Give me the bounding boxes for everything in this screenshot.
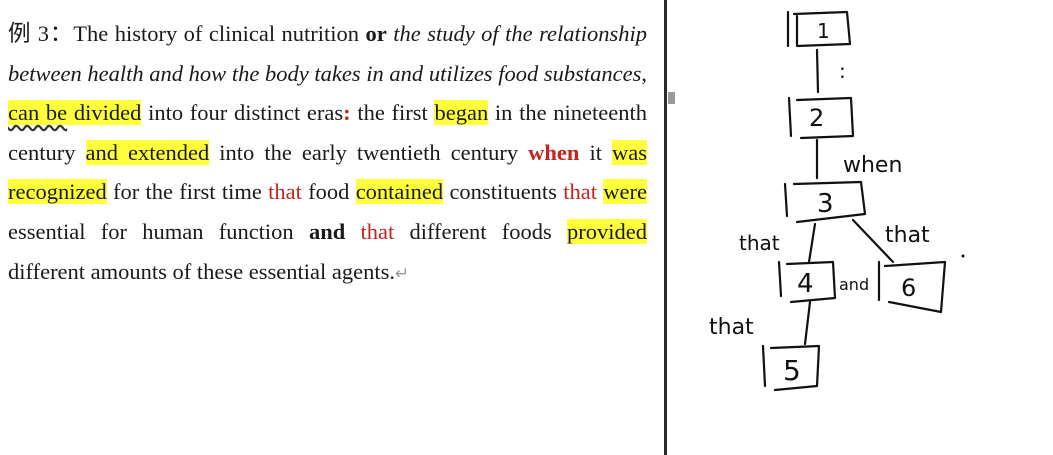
text-segment: it — [579, 139, 613, 165]
text-segment: The history of clinical nutrition — [73, 21, 366, 46]
that-right-label: that — [885, 223, 930, 248]
and-label: and — [839, 275, 869, 294]
paragraph-mark: ↵ — [394, 263, 410, 284]
when-label: when — [843, 153, 902, 178]
box-1: 1 — [786, 10, 852, 48]
text-segment: for human function — [85, 218, 309, 244]
text-segment: essential — [8, 218, 86, 244]
text-segment: that — [563, 179, 597, 205]
box-3: 3 — [783, 180, 867, 224]
connector-3-4 — [807, 222, 817, 264]
document-paragraph: 例 3：The history of clinical nutrition or… — [8, 14, 647, 294]
box-4-label: 4 — [797, 269, 814, 299]
text-segment: for the first time — [106, 179, 269, 205]
connector-4-5 — [803, 300, 812, 346]
text-segment: into four distinct eras — [141, 100, 344, 126]
text-segment: into the early twentieth century — [209, 139, 529, 165]
text-segment: , — [641, 60, 647, 86]
text-segment: and — [308, 218, 346, 244]
document-pane: 例 3：The history of clinical nutrition or… — [0, 0, 664, 455]
that-lower-label: that — [709, 315, 754, 340]
text-segment — [345, 219, 360, 244]
text-segment: that — [360, 218, 395, 244]
box-5-label: 5 — [783, 354, 801, 387]
text-segment: or — [365, 21, 387, 46]
box-6: 6 — [877, 260, 947, 314]
text-segment: when — [528, 139, 580, 165]
text-segment: began — [434, 100, 489, 126]
sentence-structure-diagram: 1 : 2 when 3 that that 4 and 6 that 5 — [709, 10, 965, 392]
text-segment: provided — [567, 218, 647, 244]
text-segment: different amounts of these essential age… — [8, 258, 395, 284]
text-segment: the first — [350, 100, 435, 126]
colon-label: : — [839, 59, 846, 83]
stray-dot — [961, 254, 965, 258]
wavy-underlined-phrase: can be — [8, 100, 68, 126]
whiteboard-pane: 1 : 2 when 3 that that 4 and 6 that 5 — [667, 0, 1053, 455]
box-4: 4 — [777, 260, 837, 304]
text-segment: constituents — [443, 179, 564, 205]
text-segment: that — [268, 179, 302, 205]
box-5: 5 — [761, 344, 821, 392]
text-segment: and extended — [85, 139, 210, 165]
text-segment: were — [603, 179, 647, 205]
text-segment: : — [343, 100, 351, 126]
box-3-label: 3 — [817, 189, 834, 219]
paragraph-body: The history of clinical nutrition or the… — [8, 21, 647, 284]
connector-1-2 — [815, 48, 820, 94]
that-left-label: that — [739, 231, 780, 255]
example-label: 例 3： — [8, 21, 74, 46]
text-segment: different foods — [394, 218, 568, 244]
text-segment: can be divided — [8, 100, 142, 126]
box-2: 2 — [787, 96, 855, 140]
box-1-label: 1 — [817, 19, 830, 43]
text-segment: food — [301, 179, 356, 205]
box-6-label: 6 — [901, 274, 916, 302]
box-2-label: 2 — [809, 104, 824, 132]
text-segment: contained — [355, 179, 444, 205]
